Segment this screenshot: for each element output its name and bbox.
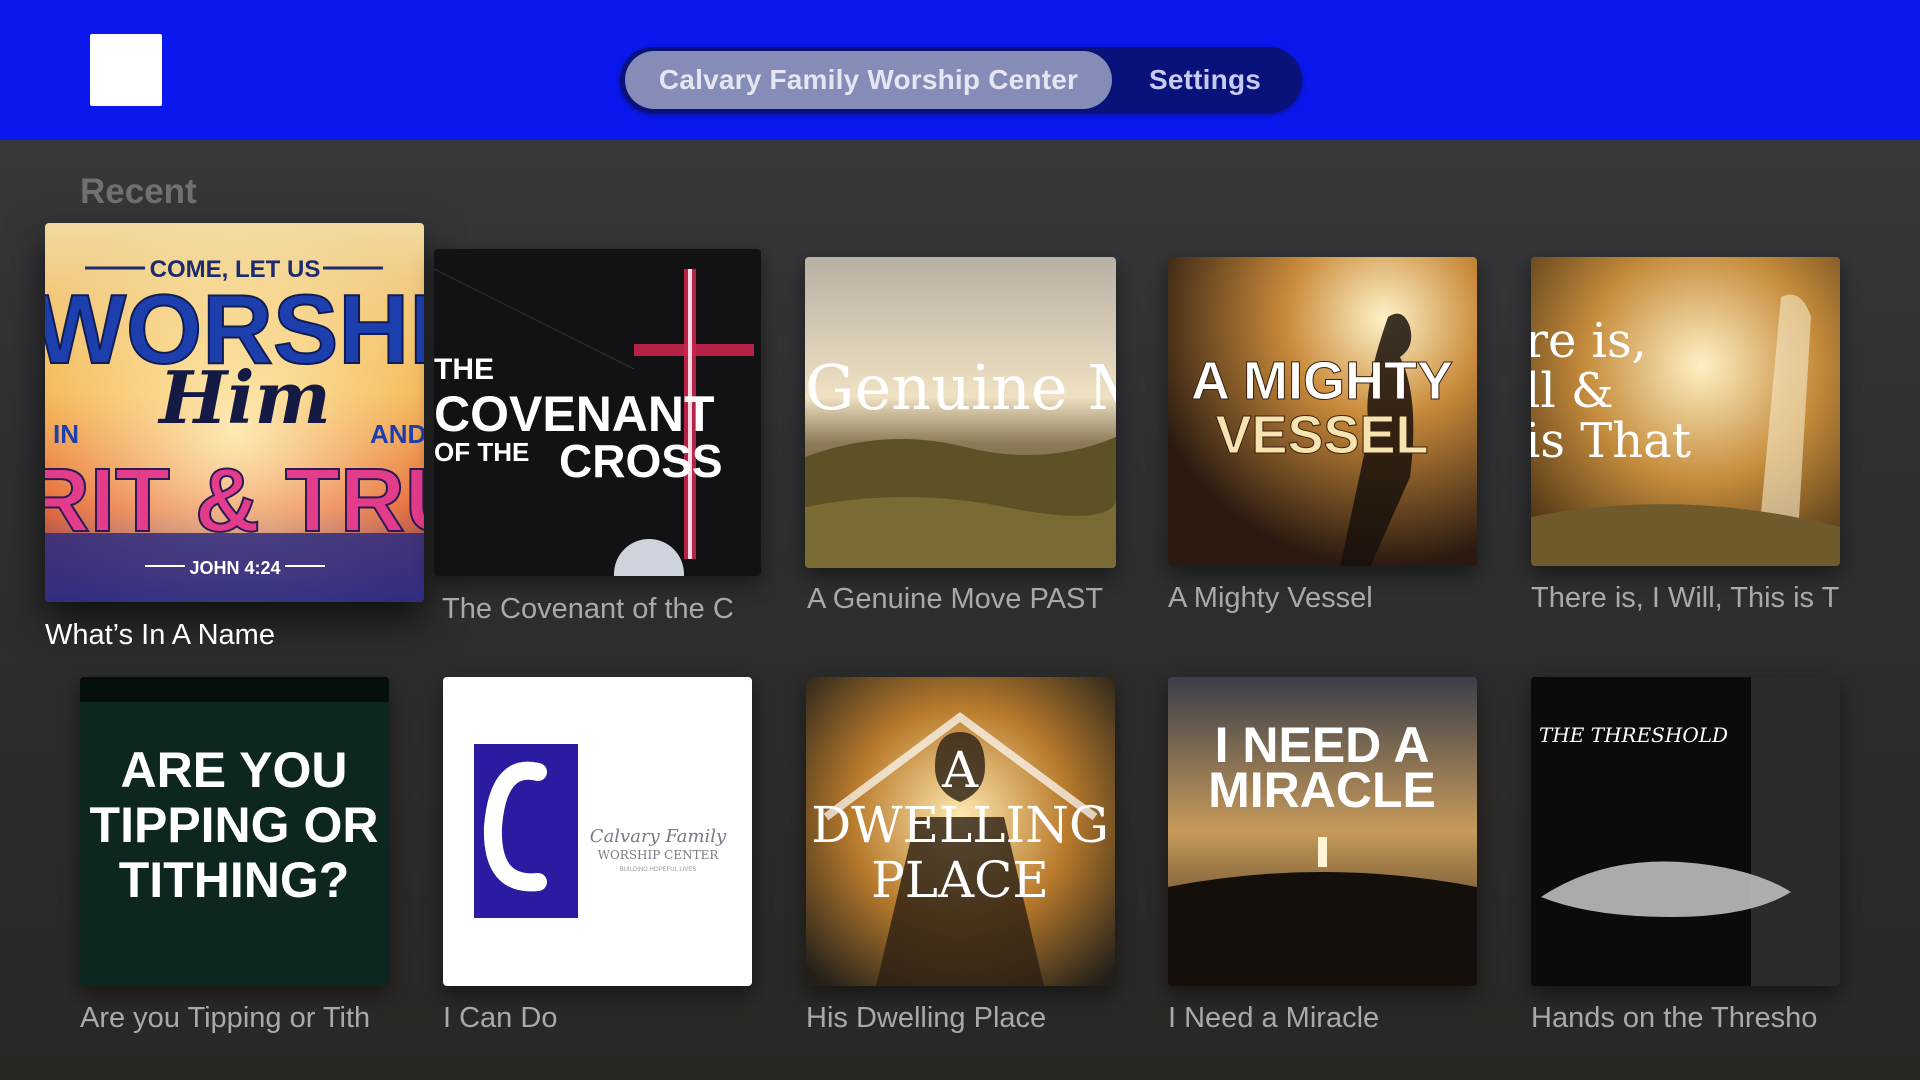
artwork-text: ll & — [1531, 363, 1614, 419]
artwork-text: THE — [434, 353, 494, 386]
artwork-text: IRIT & TRU — [45, 451, 424, 551]
tab-bar: Calvary Family Worship Center Settings — [620, 47, 1302, 113]
top-bar: Calvary Family Worship Center Settings — [0, 0, 1920, 140]
artwork-text: Genuine Mo — [805, 351, 1116, 424]
artwork-text: ARE YOU — [121, 742, 348, 798]
media-thumbnail: THE THRESHOLD — [1531, 677, 1840, 986]
media-title: I Need a Miracle — [1168, 1002, 1380, 1034]
media-title: What’s In A Name — [45, 619, 275, 651]
artwork-text: OF THE — [434, 437, 529, 467]
artwork-text: AND — [370, 419, 424, 449]
artwork-text: DWELLING — [811, 796, 1109, 854]
media-thumbnail: Calvary Family WORSHIP CENTER BUILDING H… — [443, 677, 752, 986]
artwork-text: CROSS — [559, 435, 723, 487]
artwork-text: PLACE — [871, 851, 1049, 909]
artwork-text: is That — [1531, 413, 1691, 469]
artwork-text: TITHING? — [119, 852, 350, 908]
artwork-text: JOHN 4:24 — [189, 558, 280, 578]
media-title: The Covenant of the C — [442, 593, 734, 625]
media-title: I Can Do — [443, 1002, 558, 1034]
section-title-recent: Recent — [80, 172, 197, 211]
media-thumbnail: A DWELLING PLACE — [806, 677, 1115, 986]
artwork-text: A MIGHTY — [1191, 351, 1453, 411]
media-thumbnail: THE COVENANT OF THE CROSS — [434, 249, 761, 576]
artwork-text: Calvary Family — [590, 826, 727, 847]
artwork-text: VESSEL — [1215, 405, 1428, 465]
artwork-text: MIRACLE — [1208, 762, 1436, 818]
media-title: Are you Tipping or Tith — [80, 1002, 371, 1034]
media-thumbnail: Genuine Mo — [805, 257, 1116, 568]
artwork-text: WORSHIP CENTER — [598, 848, 720, 862]
artwork-text: Him — [157, 355, 331, 440]
media-title: A Genuine Move PAST — [807, 583, 1104, 615]
media-thumbnail: A MIGHTY VESSEL — [1168, 257, 1477, 566]
media-thumbnail: I NEED A MIRACLE — [1168, 677, 1477, 986]
tab-calvary-family-worship-center[interactable]: Calvary Family Worship Center — [625, 51, 1112, 109]
app-logo-icon — [90, 34, 162, 106]
media-title: Hands on the Thresho — [1531, 1002, 1818, 1034]
artwork-text: COVENANT — [434, 386, 715, 442]
media-thumbnail: re is, ll & is That — [1531, 257, 1840, 566]
artwork-text: THE THRESHOLD — [1539, 723, 1728, 747]
media-thumbnail: COME, LET US WORSHI Him IN AND IRIT & TR… — [45, 223, 424, 602]
media-thumbnail: ARE YOU TIPPING OR TITHING? — [80, 677, 389, 986]
media-title: A Mighty Vessel — [1168, 582, 1373, 614]
tab-settings[interactable]: Settings — [1112, 51, 1298, 109]
artwork-text: A — [941, 741, 979, 799]
media-title: There is, I Will, This is T — [1531, 582, 1839, 614]
artwork-text: BUILDING HOPEFUL LIVES — [620, 867, 697, 873]
media-title: His Dwelling Place — [806, 1002, 1047, 1034]
artwork-text: TIPPING OR — [90, 797, 379, 853]
artwork-text: re is, — [1531, 313, 1647, 369]
artwork-text: IN — [53, 419, 79, 449]
